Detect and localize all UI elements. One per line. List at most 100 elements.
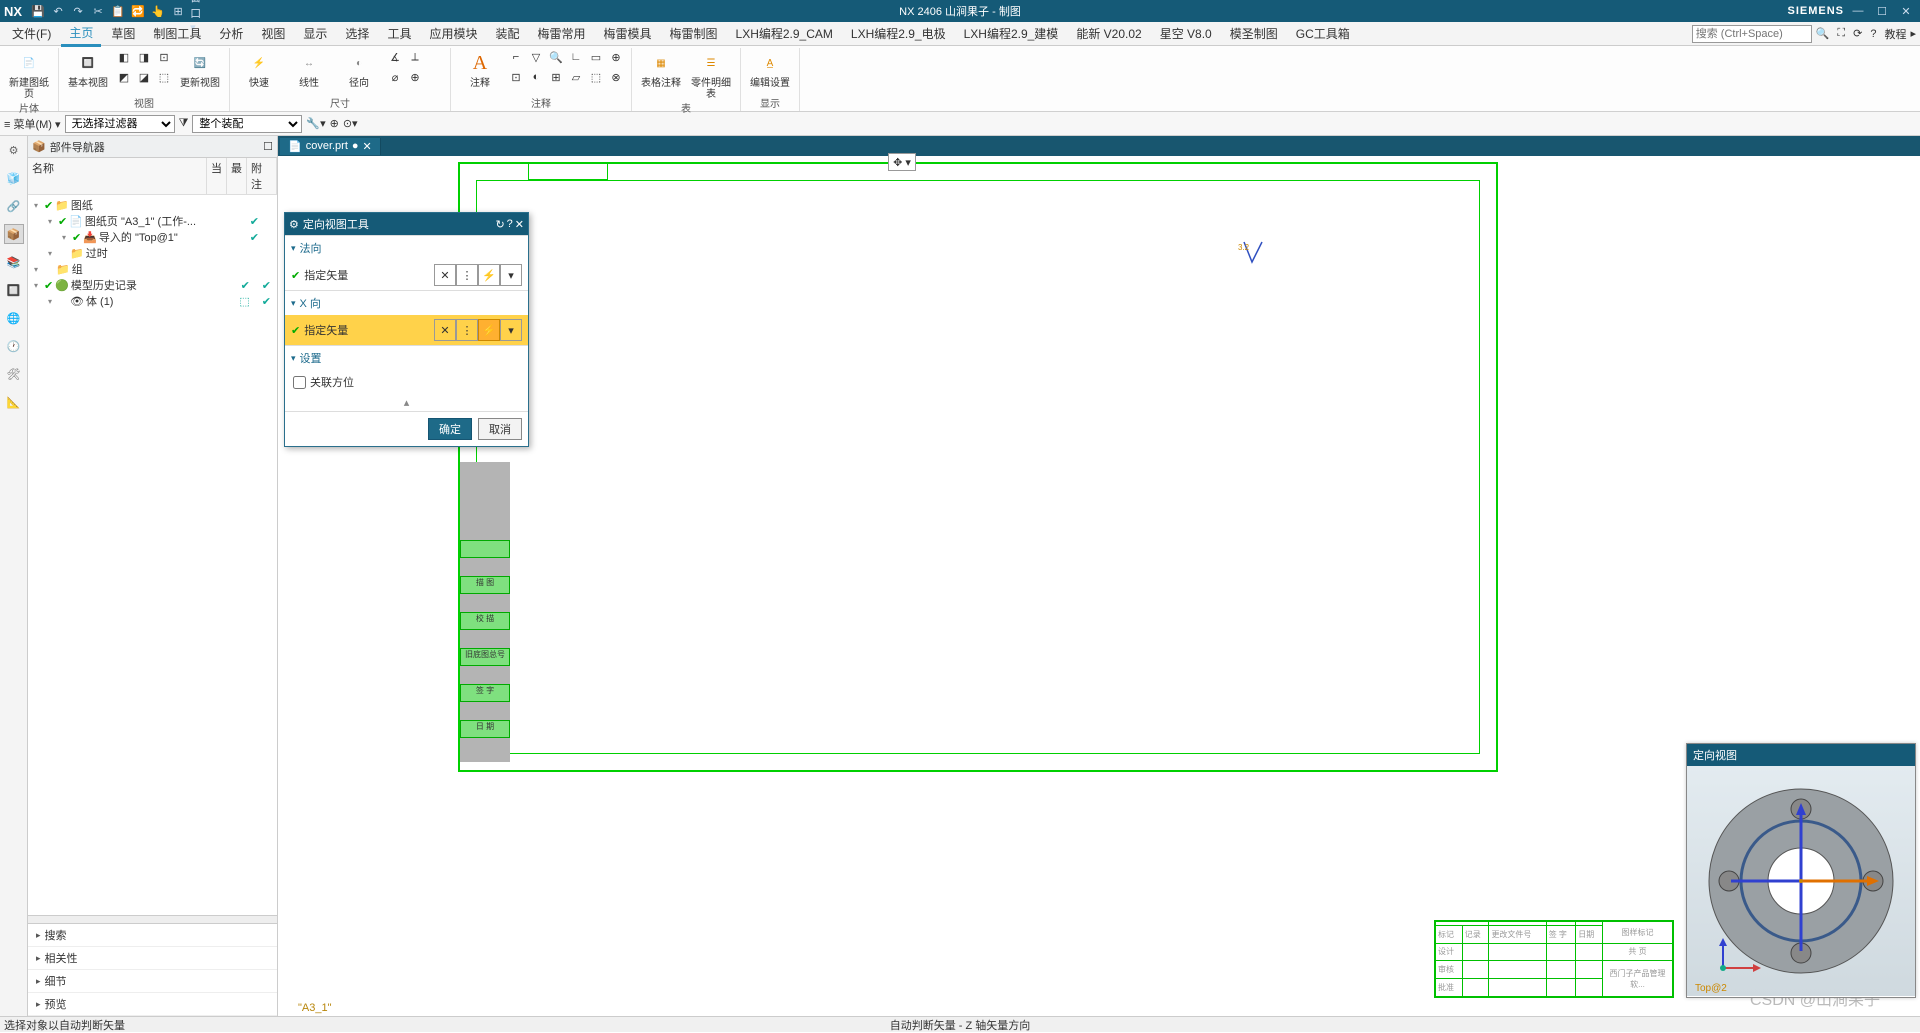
command-search-input[interactable] <box>1692 25 1812 43</box>
rail-part-nav-icon[interactable]: 📦 <box>4 224 24 244</box>
undo-icon[interactable]: ↶ <box>50 3 66 19</box>
filter-tool-2-icon[interactable]: ⊕ <box>330 117 339 130</box>
dialog-title-bar[interactable]: ⚙ 定向视图工具 ↻ ? ✕ <box>285 213 528 235</box>
rail-constraint-icon[interactable]: 🔗 <box>4 196 24 216</box>
menu-home[interactable]: 主页 <box>61 21 101 47</box>
rail-assembly-icon[interactable]: 🧊 <box>4 168 24 188</box>
menu-application[interactable]: 应用模块 <box>421 22 485 45</box>
rail-hd3d-icon[interactable]: 🔲 <box>4 280 24 300</box>
menu-analysis[interactable]: 分析 <box>211 22 251 45</box>
filter-tool-3-icon[interactable]: ⊙▾ <box>343 117 358 130</box>
menu-xingkong[interactable]: 星空 V8.0 <box>1152 22 1220 45</box>
tutorial-arrow-icon[interactable]: ▸ <box>1910 27 1916 40</box>
dialog-close-icon[interactable]: ✕ <box>515 218 524 231</box>
window-menu[interactable]: 窗口▾ <box>190 3 206 19</box>
tutorial-link[interactable]: 教程 <box>1880 26 1910 42</box>
repeat-icon[interactable]: 🔁 <box>130 3 146 19</box>
menu-ml-drafting[interactable]: 梅雷制图 <box>662 22 726 45</box>
view-compass-icon[interactable]: ✥ ▾ <box>888 153 916 171</box>
parts-list-button[interactable]: ☰零件明细表 <box>688 48 734 100</box>
base-view-button[interactable]: 🔲基本视图 <box>65 48 111 89</box>
copy-icon[interactable]: 📋 <box>110 3 126 19</box>
edit-settings-button[interactable]: A̲编辑设置 <box>747 48 793 89</box>
menu-mosheng[interactable]: 模圣制图 <box>1222 22 1286 45</box>
cut-icon[interactable]: ✂ <box>90 3 106 19</box>
redo-icon[interactable]: ↷ <box>70 3 86 19</box>
dialog-collapse-icon[interactable]: ▴ <box>285 394 528 411</box>
menu-assembly[interactable]: 装配 <box>487 22 527 45</box>
search-icon[interactable]: 🔍 <box>1812 27 1834 40</box>
section-normal[interactable]: 法向 <box>285 236 528 260</box>
menu-tools[interactable]: 工具 <box>379 22 419 45</box>
tree-row[interactable]: ▾👁体 (1)⬚✔ <box>30 293 275 309</box>
tree-row[interactable]: ▾📁过时 <box>30 245 275 261</box>
annotation-tools-grid[interactable]: ⌐▽🔍∟▭⊕ ⊡◐⊞▱⬚⊗ <box>507 48 625 86</box>
menu-lxh-electrode[interactable]: LXH编程2.9_电极 <box>843 22 954 45</box>
dialog-reset-icon[interactable]: ↻ <box>495 218 504 231</box>
minimize-icon[interactable]: — <box>1850 3 1866 19</box>
cancel-button[interactable]: 取消 <box>478 418 522 440</box>
menu-nengxin[interactable]: 能新 V20.02 <box>1068 22 1149 45</box>
rapid-dim-button[interactable]: ⚡快速 <box>236 48 282 89</box>
accordion-preview[interactable]: 预览 <box>28 993 277 1016</box>
menu-view[interactable]: 视图 <box>253 22 293 45</box>
window-icon[interactable]: ⊞ <box>170 3 186 19</box>
orient-panel-body[interactable]: Top@2 <box>1687 766 1915 996</box>
rail-drafting-icon[interactable]: 📐 <box>4 392 24 412</box>
selection-filter[interactable]: 无选择过滤器 <box>65 115 175 133</box>
rail-roles-icon[interactable]: 🛠 <box>4 364 24 384</box>
rail-history-icon[interactable]: 🕐 <box>4 336 24 356</box>
radial-dim-button[interactable]: ◐径向 <box>336 48 382 89</box>
tree-row[interactable]: ▾✔🟢模型历史记录✔✔ <box>30 277 275 293</box>
new-sheet-button[interactable]: 📄新建图纸页 <box>6 48 52 100</box>
drawing-canvas[interactable]: 3.2 ✥ ▾ 描 图 校 描 旧底图总号 签 字 日 期 图样标记 标记记录更… <box>278 156 1920 1016</box>
menu-display[interactable]: 显示 <box>295 22 335 45</box>
menu-file[interactable]: 文件(F) <box>4 22 59 45</box>
menu-select[interactable]: 选择 <box>337 22 377 45</box>
rail-reuse-icon[interactable]: 📚 <box>4 252 24 272</box>
document-tab[interactable]: 📄 cover.prt ● ✕ <box>280 138 381 155</box>
rail-settings-icon[interactable]: ⚙ <box>4 140 24 160</box>
menu-ml-mold[interactable]: 梅雷模具 <box>596 22 660 45</box>
save-icon[interactable]: 💾 <box>30 3 46 19</box>
fullscreen-icon[interactable]: ⛶ <box>1833 27 1849 40</box>
note-button[interactable]: A注释 <box>457 48 503 89</box>
maximize-icon[interactable]: ☐ <box>1874 3 1890 19</box>
menu-lxh-cam[interactable]: LXH编程2.9_CAM <box>728 22 841 45</box>
accordion-search[interactable]: 搜索 <box>28 924 277 947</box>
restore-icon[interactable]: ⟳ <box>1849 27 1866 40</box>
filter-funnel-icon[interactable]: ⧩ <box>179 117 189 130</box>
vector-buttons-1[interactable]: ✕⋮⚡▾ <box>434 264 522 286</box>
linear-dim-button[interactable]: ↔线性 <box>286 48 332 89</box>
accordion-details[interactable]: 细节 <box>28 970 277 993</box>
menu-gc-toolbox[interactable]: GC工具箱 <box>1288 22 1358 45</box>
view-tools-grid[interactable]: ◧◨⊡◩◪⬚ <box>115 48 173 86</box>
tree-row[interactable]: ▾✔📄图纸页 "A3_1" (工作-...✔ <box>30 213 275 229</box>
scope-filter[interactable]: 整个装配 <box>192 115 302 133</box>
menu-drafting-tools[interactable]: 制图工具 <box>145 22 209 45</box>
touch-icon[interactable]: 👆 <box>150 3 166 19</box>
menu-sketch[interactable]: 草图 <box>103 22 143 45</box>
help-icon[interactable]: ? <box>1866 28 1880 40</box>
update-view-button[interactable]: 🔄更新视图 <box>177 48 223 89</box>
navigator-tree[interactable]: ▾✔📁图纸▾✔📄图纸页 "A3_1" (工作-...✔▾✔📥导入的 "Top@1… <box>28 195 277 915</box>
rail-browser-icon[interactable]: 🌐 <box>4 308 24 328</box>
tree-row[interactable]: ▾📁组 <box>30 261 275 277</box>
close-icon[interactable]: ✕ <box>1898 3 1914 19</box>
filter-tool-1-icon[interactable]: 🔧▾ <box>306 117 325 130</box>
menu-ml-common[interactable]: 梅雷常用 <box>529 22 593 45</box>
dialog-help-icon[interactable]: ? <box>507 218 513 231</box>
menu-button[interactable]: ≡ 菜单(M) ▾ <box>4 116 61 132</box>
tree-row[interactable]: ▾✔📁图纸 <box>30 197 275 213</box>
ok-button[interactable]: 确定 <box>428 418 472 440</box>
section-xdir[interactable]: X 向 <box>285 291 528 315</box>
tree-row[interactable]: ▾✔📥导入的 "Top@1"✔ <box>30 229 275 245</box>
vector-buttons-2[interactable]: ✕⋮⚡▾ <box>434 319 522 341</box>
panel-pin-icon[interactable]: ☐ <box>263 140 273 153</box>
dim-tools-grid[interactable]: ∡⟂⌀⊕ <box>386 48 444 86</box>
menu-lxh-model[interactable]: LXH编程2.9_建模 <box>956 22 1067 45</box>
section-settings[interactable]: 设置 <box>285 346 528 370</box>
associative-checkbox[interactable] <box>293 376 306 389</box>
tab-close-icon[interactable]: ✕ <box>363 140 372 153</box>
table-note-button[interactable]: ▦表格注释 <box>638 48 684 89</box>
